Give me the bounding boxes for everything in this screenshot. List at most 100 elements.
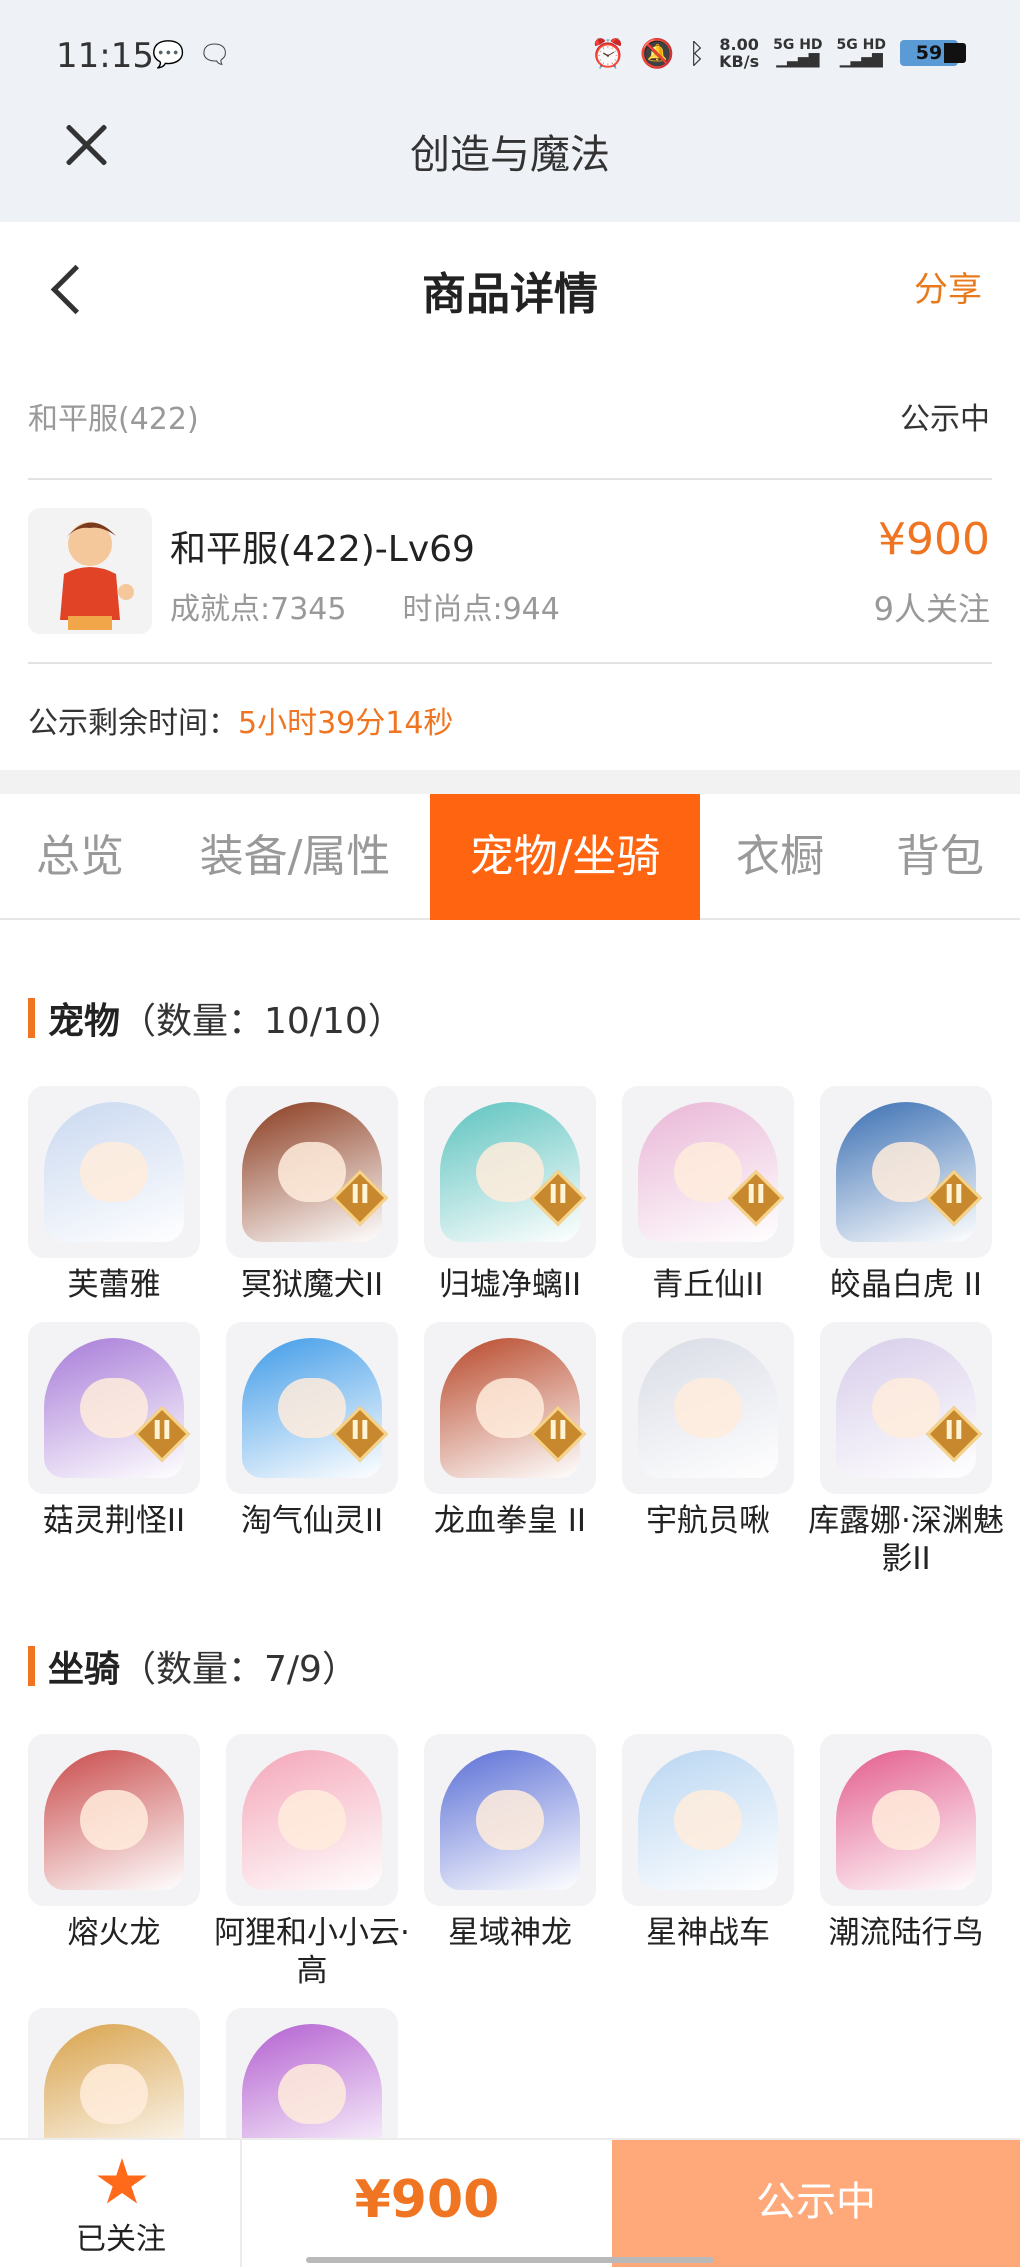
mount-portrait-icon	[820, 1734, 992, 1906]
bluetooth-icon: ᛒ	[688, 36, 706, 70]
pet-portrait-icon	[28, 1086, 200, 1258]
item-name: 潮流陆行鸟	[828, 1915, 984, 1951]
mounts-count: （数量：7/9）	[120, 1649, 358, 1690]
mount-portrait-icon	[622, 1734, 794, 1906]
grid-item[interactable]: II 归墟净螭II	[424, 1086, 596, 1304]
tab-equipment[interactable]: 装备/属性	[160, 794, 430, 920]
divider	[28, 662, 992, 664]
pets-count: （数量：10/10）	[120, 1001, 404, 1042]
portrait-highlight	[278, 2064, 346, 2124]
mount-portrait-icon	[424, 1734, 596, 1906]
tier-badge-text: II	[944, 1180, 964, 1210]
divider	[28, 478, 992, 480]
tier-badge-text: II	[944, 1416, 964, 1446]
grid-item[interactable]: II 菇灵荆怪II	[28, 1322, 200, 1540]
grid-item[interactable]: 星神战车	[622, 1734, 794, 1952]
item-name: 淘气仙灵II	[240, 1503, 384, 1539]
character-avatar	[28, 508, 152, 634]
star-icon	[97, 2158, 147, 2204]
achievement-points: 成就点:7345	[170, 592, 347, 627]
mount-portrait-icon	[226, 1734, 398, 1906]
sim2-label: 5G HD	[836, 37, 886, 53]
pets-section-title: 宠物（数量：10/10）	[28, 992, 404, 1044]
signal-bars-icon: ▁▃▅▇	[776, 52, 820, 68]
grid-item[interactable]: II 冥狱魔犬II	[226, 1086, 398, 1304]
item-name: 库露娜·深渊魅影II	[808, 1503, 1004, 1577]
portrait-highlight	[80, 1142, 148, 1202]
sim1-label: 5G HD	[773, 37, 823, 53]
publicity-status-button[interactable]: 公示中	[612, 2140, 1020, 2267]
status-right: ⏰ 🔕 ᛒ 8.00 KB/s 5G HD ▁▃▅▇ 5G HD ▁▃▅▇ 59	[590, 36, 966, 70]
item-name: 星神战车	[646, 1915, 770, 1951]
follow-label: 已关注	[76, 2222, 166, 2257]
page-title: 商品详情	[422, 269, 598, 320]
listing-price: ¥900	[878, 514, 990, 565]
tab-wardrobe[interactable]: 衣橱	[700, 794, 860, 920]
grid-item[interactable]: II 皎晶白虎 II	[820, 1086, 992, 1304]
item-name: 星域神龙	[448, 1915, 572, 1951]
detail-tabs: 总览 装备/属性 宠物/坐骑 衣橱 背包	[0, 794, 1020, 920]
pet-portrait-icon: II	[424, 1086, 596, 1258]
share-button[interactable]: 分享	[914, 262, 982, 311]
grid-item[interactable]: 熔火龙	[28, 1734, 200, 1952]
pet-portrait-icon: II	[622, 1086, 794, 1258]
signal-bars-icon: ▁▃▅▇	[839, 52, 883, 68]
grid-item[interactable]: II 龙血拳皇 II	[424, 1322, 596, 1540]
server-label: 和平服(422)	[28, 402, 199, 437]
tier-badge-text: II	[746, 1180, 766, 1210]
fashion-points: 时尚点:944	[402, 592, 560, 627]
item-name: 青丘仙II	[652, 1267, 764, 1303]
grid-item[interactable]: II 淘气仙灵II	[226, 1322, 398, 1540]
tier-badge-text: II	[548, 1180, 568, 1210]
pets-title: 宠物	[48, 1001, 121, 1042]
tab-overview[interactable]: 总览	[0, 794, 160, 920]
tier-badge-text: II	[152, 1416, 172, 1446]
item-name: 芙蕾雅	[67, 1267, 161, 1303]
net-speed-unit: KB/s	[719, 52, 760, 71]
mounts-title: 坐骑	[48, 1649, 121, 1690]
portrait-highlight	[278, 1790, 346, 1850]
tier-badge-text: II	[350, 1416, 370, 1446]
app-top-area: 11:15 💬 🗨 ⏰ 🔕 ᛒ 8.00 KB/s 5G HD ▁▃▅▇ 5G …	[0, 0, 1020, 222]
signal-sim2: 5G HD ▁▃▅▇	[837, 38, 886, 68]
bottom-price: ¥900	[354, 2170, 500, 2230]
grid-item[interactable]: 芙蕾雅	[28, 1086, 200, 1304]
grid-item[interactable]: 潮流陆行鸟	[820, 1734, 992, 1952]
follow-button[interactable]: 已关注	[0, 2140, 242, 2267]
item-name: 熔火龙	[67, 1915, 161, 1951]
item-name: 阿狸和小小云·高	[214, 1915, 410, 1989]
grid-item[interactable]: 阿狸和小小云·高	[214, 1734, 410, 1990]
item-name: 龙血拳皇 II	[433, 1503, 587, 1539]
net-speed: 8.00 KB/s	[719, 36, 759, 70]
pet-portrait-icon: II	[820, 1086, 992, 1258]
battery-icon: 59	[900, 40, 966, 66]
item-name: 皎晶白虎 II	[829, 1267, 983, 1303]
grid-item[interactable]: II 青丘仙II	[622, 1086, 794, 1304]
remaining-time-label: 公示剩余时间：	[28, 706, 238, 741]
portrait-highlight	[80, 2064, 148, 2124]
remaining-time-value: 5小时39分14秒	[238, 706, 454, 741]
tab-pets-mounts[interactable]: 宠物/坐骑	[430, 794, 700, 920]
status-time: 11:15	[56, 36, 154, 76]
signal-sim1: 5G HD ▁▃▅▇	[773, 38, 822, 68]
grid-item[interactable]: II 库露娜·深渊魅影II	[808, 1322, 1004, 1578]
alarm-icon: ⏰	[590, 36, 626, 70]
item-name: 宇航员啾	[646, 1503, 770, 1539]
item-name: 菇灵荆怪II	[42, 1503, 186, 1539]
battery-level: 59	[915, 42, 943, 64]
character-stats: 成就点:7345 时尚点:944	[170, 584, 560, 628]
follower-count: 9人关注	[873, 590, 990, 628]
pet-portrait-icon: II	[28, 1322, 200, 1494]
portrait-highlight	[476, 1790, 544, 1850]
mount-portrait-icon	[28, 1734, 200, 1906]
wechat-icon: 💬	[152, 40, 185, 70]
grid-item[interactable]: 星域神龙	[424, 1734, 596, 1952]
portrait-highlight	[80, 1790, 148, 1850]
tab-backpack[interactable]: 背包	[860, 794, 1020, 920]
grid-item[interactable]: 宇航员啾	[622, 1322, 794, 1540]
item-name: 冥狱魔犬II	[240, 1267, 384, 1303]
mounts-section-title: 坐骑（数量：7/9）	[28, 1640, 358, 1692]
net-speed-value: 8.00	[719, 35, 759, 54]
pet-portrait-icon: II	[226, 1322, 398, 1494]
portrait-highlight	[674, 1378, 742, 1438]
